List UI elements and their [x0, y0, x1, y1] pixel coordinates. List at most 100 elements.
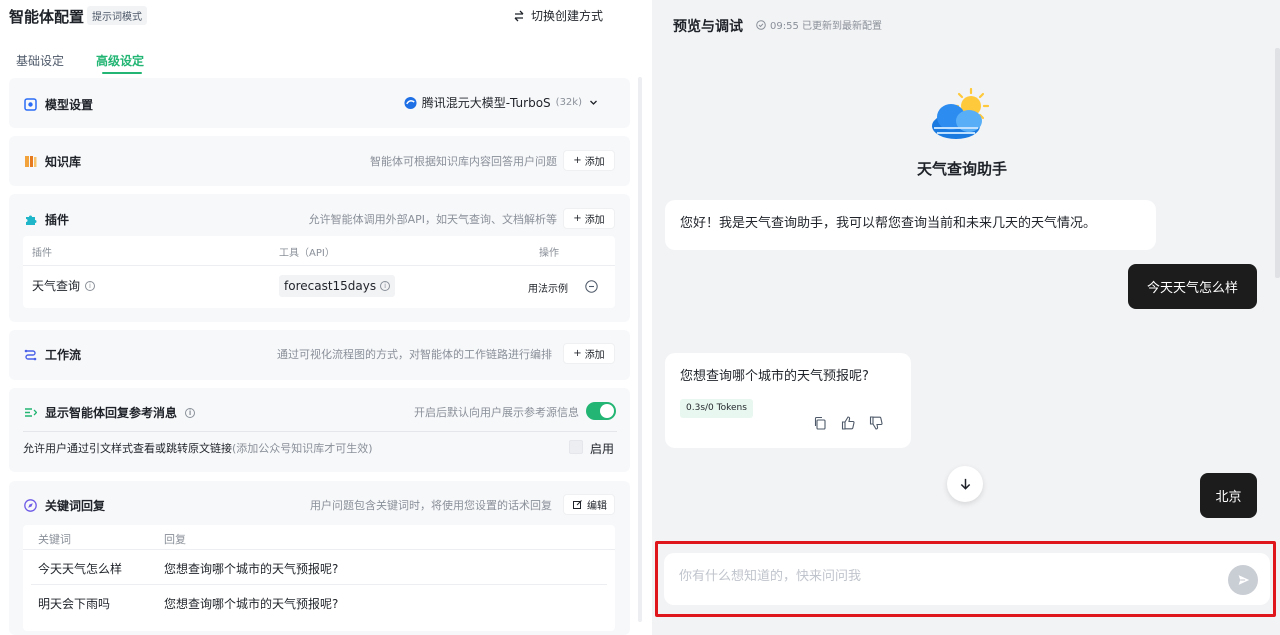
col-reply: 回复	[164, 533, 186, 546]
enable-checkbox[interactable]	[569, 440, 583, 454]
add-label: 添加	[584, 215, 605, 226]
book-icon	[24, 155, 37, 168]
scrollbar[interactable]	[638, 77, 642, 622]
col-action: 操作	[539, 248, 559, 259]
edit-icon	[571, 498, 584, 511]
model-context: (32k)	[555, 97, 582, 108]
plus-icon: +	[573, 155, 582, 166]
chat-input[interactable]	[679, 569, 1219, 584]
check-circle-icon	[754, 18, 767, 31]
hunyuan-logo-icon	[404, 96, 417, 109]
plugin-name-cell: 天气查询 i	[32, 277, 96, 294]
info-icon[interactable]: i	[185, 407, 196, 418]
workflow-desc: 通过可视化流程图的方式，对智能体的工作链路进行编排	[277, 348, 552, 361]
knowledge-card: 知识库 智能体可根据知识库内容回答用户问题 + 添加	[9, 136, 630, 186]
thumbs-down-icon[interactable]	[869, 416, 883, 430]
tab-basic-settings[interactable]: 基础设定	[16, 52, 64, 69]
reference-title: 显示智能体回复参考消息 i	[24, 404, 196, 421]
tool-chip: forecast15days i	[279, 275, 396, 297]
model-selector[interactable]: 腾讯混元大模型-TurboS (32k)	[404, 94, 600, 111]
model-name: 腾讯混元大模型-TurboS	[421, 96, 551, 110]
workflow-title: 工作流	[24, 346, 81, 363]
knowledge-title: 知识库	[24, 153, 81, 170]
model-icon	[24, 98, 37, 111]
plugins-title: 插件	[24, 211, 69, 228]
switch-mode-button[interactable]: 切换创建方式	[512, 7, 603, 24]
plugins-label: 插件	[45, 213, 70, 227]
config-panel: 智能体配置 提示词模式 切换创建方式 基础设定 高级设定 模型设置 腾讯混元大模…	[0, 0, 642, 635]
remove-circle-icon[interactable]	[585, 280, 598, 293]
add-label: 添加	[584, 157, 605, 168]
keyword-reply-label: 关键词回复	[45, 499, 106, 513]
workflow-label: 工作流	[45, 348, 82, 362]
add-plugin-button[interactable]: + 添加	[563, 208, 615, 229]
plus-icon: +	[573, 213, 582, 224]
workflow-icon	[24, 348, 37, 361]
message-actions	[813, 416, 883, 430]
keyword-reply-title: 关键词回复	[24, 497, 105, 514]
usage-example-link[interactable]: 用法示例	[528, 280, 568, 295]
info-icon[interactable]: i	[85, 280, 96, 291]
plugins-card: 插件 允许智能体调用外部API，如天气查询、文档解析等 + 添加 插件 工具（AP…	[9, 194, 630, 322]
col-keyword: 关键词	[38, 533, 71, 546]
workflow-card: 工作流 通过可视化流程图的方式，对智能体的工作链路进行编排 + 添加	[9, 330, 630, 380]
swap-icon	[512, 9, 525, 22]
toggle-knob	[600, 404, 614, 418]
compass-icon	[24, 499, 37, 512]
scrollbar[interactable]	[1275, 48, 1280, 278]
chat-input-box[interactable]	[664, 553, 1270, 605]
col-plugin: 插件	[32, 248, 52, 259]
knowledge-desc: 智能体可根据知识库内容回答用户问题	[370, 155, 557, 168]
arrow-down-icon	[959, 478, 972, 491]
puzzle-icon	[24, 213, 37, 226]
reply-cell: 您想查询哪个城市的天气预报呢?	[164, 597, 339, 611]
bot-message: 您好！我是天气查询助手，我可以帮您查询当前和未来几天的天气情况。	[665, 200, 1156, 250]
bot-message: 您想查询哪个城市的天气预报呢? 0.3s/0 Tokens	[665, 353, 911, 448]
reference-sub-label: 允许用户通过引文样式查看或跳转原文链接	[23, 442, 232, 455]
edit-keywords-button[interactable]: 编辑	[563, 494, 615, 515]
mode-tag: 提示词模式	[87, 6, 147, 25]
tool-name: forecast15days	[284, 279, 377, 293]
preview-title: 预览与调试	[673, 19, 743, 35]
keyword-cell: 明天会下雨吗	[38, 597, 111, 611]
reference-label: 显示智能体回复参考消息	[45, 406, 178, 420]
edit-label: 编辑	[587, 501, 607, 512]
thumbs-up-icon[interactable]	[841, 416, 855, 430]
preview-panel: 预览与调试 09:55 已更新到最新配置 天气查询助手 您好！我是天气查询助手，…	[652, 0, 1280, 635]
reference-card: 显示智能体回复参考消息 i 开启后默认向用户展示参考源信息 允许用户通过引文样式…	[9, 388, 630, 472]
user-message: 今天天气怎么样	[1128, 264, 1257, 309]
weather-logo-icon	[929, 86, 991, 148]
switch-mode-label: 切换创建方式	[531, 9, 604, 23]
bot-message-text: 您想查询哪个城市的天气预报呢?	[680, 369, 869, 384]
update-status: 09:55 已更新到最新配置	[754, 17, 882, 32]
token-badge: 0.3s/0 Tokens	[680, 399, 753, 418]
reply-cell: 您想查询哪个城市的天气预报呢?	[164, 562, 339, 576]
add-workflow-button[interactable]: + 添加	[563, 343, 615, 364]
send-button[interactable]	[1228, 565, 1258, 595]
plugins-table: 插件 工具（API） 操作 天气查询 i forecast15days i 用法…	[23, 236, 615, 308]
model-settings-label: 模型设置	[45, 98, 94, 112]
page-title: 智能体配置	[9, 8, 85, 26]
plugins-desc: 允许智能体调用外部API，如天气查询、文档解析等	[308, 213, 557, 226]
reference-desc: 开启后默认向用户展示参考源信息	[414, 406, 579, 419]
add-knowledge-button[interactable]: + 添加	[563, 150, 615, 171]
keyword-reply-card: 关键词回复 用户问题包含关键词时，将使用您设置的话术回复 编辑 关键词 回复 今…	[9, 481, 630, 635]
status-text: 09:55 已更新到最新配置	[770, 21, 882, 32]
divider	[23, 549, 615, 550]
divider	[31, 584, 607, 585]
reference-toggle[interactable]	[586, 402, 616, 420]
copy-icon[interactable]	[813, 416, 827, 430]
chevron-down-icon	[587, 96, 600, 109]
scroll-to-bottom-button[interactable]	[947, 466, 983, 502]
info-icon[interactable]: i	[380, 281, 391, 291]
plugin-name: 天气查询	[32, 279, 81, 293]
reference-sub-note: (添加公众号知识库才可生效)	[232, 442, 373, 455]
add-label: 添加	[584, 350, 605, 361]
tab-advanced-settings[interactable]: 高级设定	[96, 52, 144, 69]
bot-name: 天气查询助手	[916, 160, 1007, 178]
divider	[23, 431, 617, 432]
table-row: 天气查询 i forecast15days i 用法示例	[23, 265, 615, 308]
send-icon	[1237, 574, 1250, 587]
col-tool: 工具（API）	[279, 248, 335, 259]
enable-label: 启用	[590, 442, 615, 456]
